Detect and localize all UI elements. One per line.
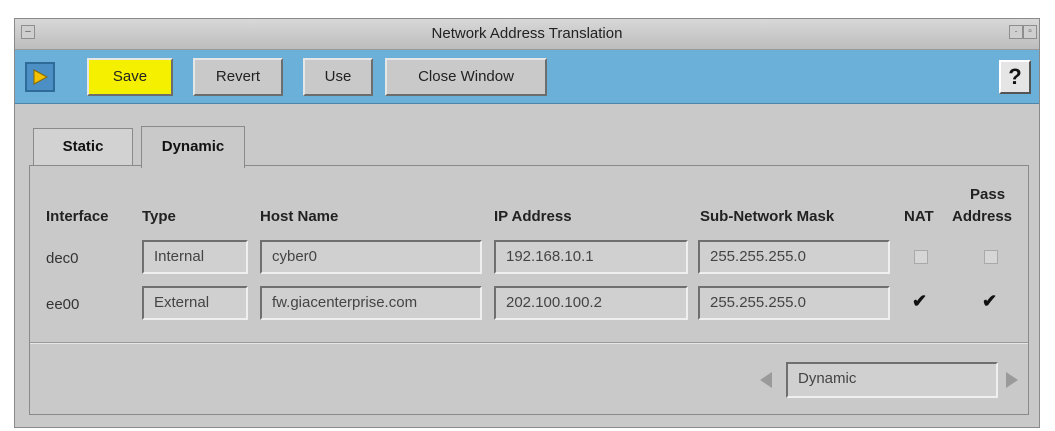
header-address: Address <box>952 208 1013 225</box>
row2-host-name-field[interactable]: fw.giacenterprise.com <box>260 286 482 320</box>
panel-divider <box>30 342 1028 344</box>
row1-subnet-mask-field[interactable]: 255.255.255.0 <box>698 240 890 274</box>
dynamic-panel: Interface Type Host Name IP Address Sub-… <box>29 165 1029 415</box>
panel-selector-field[interactable]: Dynamic <box>786 362 998 398</box>
revert-button[interactable]: Revert <box>193 58 283 96</box>
toolbar: Save Revert Use Close Window ? <box>15 50 1039 104</box>
row2-ip-address-field[interactable]: 202.100.100.2 <box>494 286 688 320</box>
row2-type-field[interactable]: External <box>142 286 248 320</box>
header-type: Type <box>142 208 176 225</box>
tab-static[interactable]: Static <box>33 128 133 166</box>
minimize-icon[interactable]: · <box>1009 25 1023 39</box>
previous-arrow-icon[interactable] <box>760 372 772 388</box>
row2-subnet-mask-field[interactable]: 255.255.255.0 <box>698 286 890 320</box>
row1-nat-checkbox[interactable] <box>914 250 928 264</box>
header-ip-address: IP Address <box>494 208 572 225</box>
header-host-name: Host Name <box>260 208 339 225</box>
help-button[interactable]: ? <box>999 60 1031 94</box>
row1-pass-address-checkbox[interactable] <box>984 250 998 264</box>
title-bar[interactable]: – Network Address Translation · ▫ <box>15 19 1039 50</box>
row2-nat-checkbox[interactable]: ✔ <box>912 292 927 310</box>
window-title: Network Address Translation <box>431 25 623 42</box>
row1-host-name-field[interactable]: cyber0 <box>260 240 482 274</box>
header-interface: Interface <box>46 208 109 225</box>
header-nat: NAT <box>904 208 934 225</box>
use-button[interactable]: Use <box>303 58 373 96</box>
nat-window: – Network Address Translation · ▫ Save R… <box>14 18 1040 428</box>
play-icon[interactable] <box>25 62 55 92</box>
header-subnet-mask: Sub-Network Mask <box>700 208 835 225</box>
row2-interface: ee00 <box>46 296 80 313</box>
row1-ip-address-field[interactable]: 192.168.10.1 <box>494 240 688 274</box>
close-window-button[interactable]: Close Window <box>385 58 547 96</box>
row2-pass-address-checkbox[interactable]: ✔ <box>982 292 997 310</box>
row1-interface: dec0 <box>46 250 79 267</box>
header-pass: Pass <box>970 186 1006 203</box>
save-button[interactable]: Save <box>87 58 173 96</box>
tab-dynamic[interactable]: Dynamic <box>141 126 245 168</box>
next-arrow-icon[interactable] <box>1006 372 1018 388</box>
maximize-icon[interactable]: ▫ <box>1023 25 1037 39</box>
row1-type-field[interactable]: Internal <box>142 240 248 274</box>
